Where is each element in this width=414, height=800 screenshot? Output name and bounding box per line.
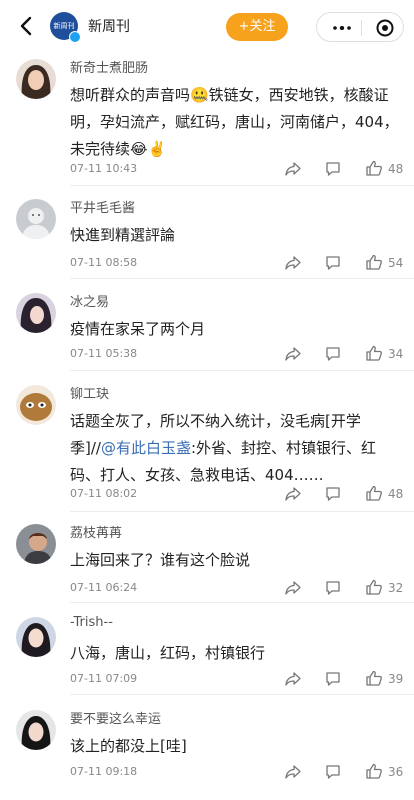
divider [70,370,414,371]
comment-time: 07-11 05:38 [70,347,138,360]
comment-text: 上海回来了？谁有这个脸说 [70,551,251,569]
comment-time: 07-11 08:58 [70,256,138,269]
like-count: 36 [388,765,404,779]
share-icon[interactable] [284,763,302,781]
share-icon[interactable] [284,160,302,178]
like-count: 32 [388,581,404,595]
comment-icon[interactable] [324,485,342,503]
like-icon[interactable] [365,159,383,177]
comment-time: 07-11 07:09 [70,672,138,685]
divider [70,694,414,695]
like-icon[interactable] [365,344,383,362]
commenter-name[interactable]: 荔枝苒苒 [70,522,122,541]
like-count: 48 [388,487,404,501]
comment-time: 07-11 10:43 [70,162,138,175]
avatar[interactable] [16,710,56,750]
comment-time: 07-11 08:02 [70,487,138,500]
comment-icon[interactable] [324,160,342,178]
commenter-name[interactable]: 冰之易 [70,291,109,310]
comment-text: 八海，唐山，红码，村镇银行 [70,644,266,662]
comment-text: 该上的都没上[哇] [70,737,187,755]
avatar[interactable] [16,59,56,99]
avatar[interactable] [16,385,56,425]
like-icon[interactable] [365,762,383,780]
like-icon[interactable] [365,669,383,687]
share-icon[interactable] [284,670,302,688]
comment-meta: 07-11 07:09 39 [70,670,414,690]
like-count: 39 [388,672,404,686]
comment-meta: 07-11 09:18 36 [70,763,414,783]
avatar[interactable] [16,199,56,239]
comment-text: 想听群众的声音吗🤐铁链女，西安地铁，核酸证明，孕妇流产，赋红码，唐山，河南储户，… [70,86,399,158]
divider [70,602,414,603]
back-arrow-icon[interactable] [14,13,40,39]
user-mention-link[interactable]: @有此白玉盏 [101,439,191,457]
comment-icon[interactable] [324,763,342,781]
like-icon[interactable] [365,578,383,596]
share-icon[interactable] [284,254,302,272]
more-options-icon[interactable] [332,26,352,30]
comment-text: 快進到精選評論 [70,226,176,244]
comment-text: 疫情在家呆了两个月 [70,320,206,338]
avatar[interactable] [16,617,56,657]
comment-meta: 07-11 05:38 34 [70,345,414,365]
comment-meta: 07-11 10:43 48 [70,160,414,180]
like-count: 54 [388,256,404,270]
comment-meta: 07-11 08:58 54 [70,254,414,274]
commenter-name[interactable]: 新奇士煮肥肠 [70,57,148,76]
like-icon[interactable] [365,253,383,271]
mini-program-capsule [316,12,404,42]
comment-meta: 07-11 06:24 32 [70,579,414,599]
like-count: 34 [388,347,404,361]
commenter-name[interactable]: 平井毛毛酱 [70,197,135,216]
divider [70,511,414,512]
account-logo[interactable]: 新周刊 [50,12,81,43]
comment-icon[interactable] [324,345,342,363]
like-count: 48 [388,162,404,176]
comment-time: 07-11 06:24 [70,581,138,594]
avatar[interactable] [16,524,56,564]
like-icon[interactable] [365,484,383,502]
comment-time: 07-11 09:18 [70,765,138,778]
avatar[interactable] [16,293,56,333]
comment-icon[interactable] [324,579,342,597]
share-icon[interactable] [284,345,302,363]
follow-button[interactable]: +关注 [226,13,288,41]
comment-meta: 07-11 08:02 48 [70,485,414,505]
comment-icon[interactable] [324,670,342,688]
close-mini-program-icon[interactable] [376,19,394,37]
commenter-name[interactable]: -Trish-- [70,615,113,630]
commenter-name[interactable]: 铆工玦 [70,383,109,402]
logo-text: 新周刊 [53,22,75,30]
account-name[interactable]: 新周刊 [88,16,130,36]
commenter-name[interactable]: 要不要这么幸运 [70,708,161,727]
comment-icon[interactable] [324,254,342,272]
share-icon[interactable] [284,579,302,597]
comment-text: 话题全灰了，所以不纳入统计，没毛病[开学季]//@有此白玉盏:外省、封控、村镇银… [70,408,406,489]
divider [70,278,414,279]
divider [70,185,414,186]
share-icon[interactable] [284,485,302,503]
verified-badge-icon [69,31,81,43]
top-bar: 新周刊 新周刊 +关注 [0,0,414,54]
capsule-divider [361,20,362,36]
